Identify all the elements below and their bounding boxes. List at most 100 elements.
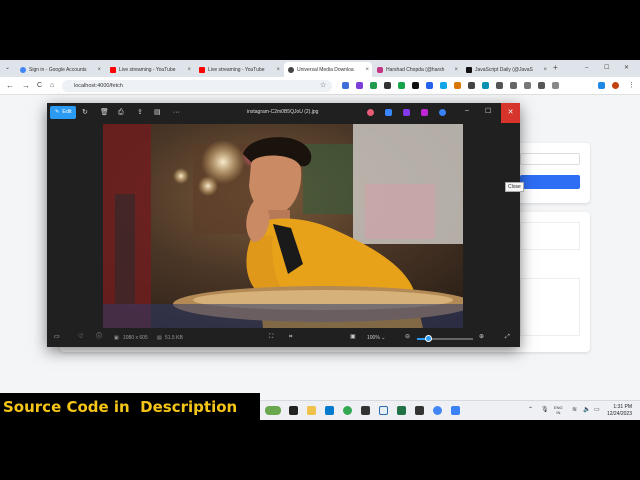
zoom-out-icon[interactable]: ⊖ [405,333,410,342]
print-icon[interactable]: ⎙ [118,108,124,117]
extension-icon[interactable] [356,82,363,89]
close-tab-icon[interactable]: × [543,67,547,73]
address-bar-input[interactable]: localhost:4000/fetch [62,80,332,92]
extension-icon[interactable] [342,82,349,89]
app-icon[interactable] [385,109,392,116]
fit-to-window-icon[interactable]: ▣ [350,333,356,342]
tab-youtube-1[interactable]: Live streaming - YouTube × [106,62,194,77]
maximize-icon[interactable]: ☐ [604,63,609,73]
forward-button[interactable]: → [22,81,30,91]
minimize-icon[interactable]: – [585,63,588,73]
photos-icon[interactable] [379,406,388,415]
chrome-icon[interactable] [343,406,352,415]
close-button[interactable]: ✕ [501,103,520,123]
close-tab-icon[interactable]: × [454,67,458,73]
close-tab-icon[interactable]: × [97,67,101,73]
filmstrip-icon[interactable]: ▭ [54,333,60,342]
zoom-in-icon[interactable]: ⊕ [479,333,484,342]
speaker-icon[interactable]: 🔈 [583,406,590,413]
wifi-icon[interactable]: ≋ [572,406,577,413]
instagram-icon [377,66,383,73]
extension-icon[interactable] [454,82,461,89]
more-options-button[interactable]: ··· [173,108,180,117]
close-tab-icon[interactable]: × [276,67,280,73]
region-code: IN [556,410,561,415]
star-icon[interactable]: ☆ [320,81,326,91]
avatar[interactable] [612,82,619,89]
zoom-slider[interactable] [417,335,473,342]
cloud-icon[interactable] [439,109,446,116]
close-tab-icon[interactable]: × [187,67,191,73]
visual-search-icon[interactable]: ⌗ [289,333,292,342]
start-icon[interactable] [289,406,298,415]
favorite-heart-icon[interactable]: ♡ [78,333,83,342]
extension-icon[interactable] [384,82,391,89]
extension-icon[interactable] [496,82,503,89]
extension-icon[interactable] [426,82,433,89]
home-button[interactable]: ⌂ [50,81,54,91]
app-icon[interactable] [421,109,428,116]
app-icon[interactable] [361,406,370,415]
zoom-level-select[interactable]: 100% ⌄ [367,334,385,343]
file-explorer-icon[interactable] [307,406,316,415]
info-icon[interactable]: ⓘ [96,333,102,342]
zoom-slider-thumb[interactable] [425,335,433,342]
youtube-icon [199,66,205,73]
vscode-icon[interactable] [325,406,334,415]
chrome-profile-icon[interactable] [433,406,442,415]
microphone-icon[interactable]: 🎙 [541,406,549,413]
close-tab-icon[interactable]: × [365,67,369,73]
rotate-icon[interactable]: ↻ [82,108,88,117]
photos-viewer-window: ✎ Edit ↻ 🗑 ⎙ ⇪ ▤ ··· instagram-C2m0B5QJoU… [47,103,520,347]
extension-icon[interactable] [510,82,517,89]
edit-button[interactable]: ✎ Edit [50,106,76,119]
delete-icon[interactable]: 🗑 [100,108,109,117]
reload-button[interactable]: C [37,81,42,91]
extension-icon[interactable] [468,82,475,89]
app-icon[interactable] [403,109,410,116]
fetch-button[interactable] [520,175,580,189]
extension-icon[interactable] [524,82,531,89]
tab-list-icon[interactable]: ⌄ [5,63,10,73]
menu-icon[interactable]: ⋮ [628,81,635,91]
tab-instagram[interactable]: Harshad Chopda (@harsh × [373,62,461,77]
close-window-icon[interactable]: ✕ [624,63,629,73]
app-icon[interactable] [367,109,374,116]
extension-icon[interactable] [370,82,377,89]
file-title: instagram-C2m0B5QJoU (2).jpg [247,109,319,115]
tab-google-accounts[interactable]: Sign in - Google Accounts × [16,62,104,77]
battery-icon[interactable]: ▭ [594,406,600,413]
tab-label: Harshad Chopda (@harsh [386,66,445,73]
share-icon[interactable]: ⇪ [137,108,143,117]
extension-icon[interactable] [440,82,447,89]
tab-x-javascript-daily[interactable]: JavaScript Daily (@JavaS × [462,62,550,77]
tab-youtube-2[interactable]: Live streaming - YouTube × [195,62,283,77]
chevron-down-icon: ⌄ [381,335,386,341]
excel-icon[interactable] [397,406,406,415]
download-icon[interactable] [598,82,605,89]
result-panel [520,222,580,250]
weather-widget-icon[interactable] [265,406,281,415]
extension-icon[interactable] [482,82,489,89]
app-icon[interactable] [451,406,460,415]
viewer-toolbar: ✎ Edit ↻ 🗑 ⎙ ⇪ ▤ ··· instagram-C2m0B5QJoU… [47,103,520,123]
extension-icon[interactable] [412,82,419,89]
back-button[interactable]: ← [6,81,14,91]
terminal-icon[interactable] [415,406,424,415]
minimize-button[interactable]: – [465,107,469,114]
extension-icon[interactable] [538,82,545,89]
full-screen-icon[interactable]: ⤢ [505,333,510,342]
crop-icon[interactable]: ⛶ [269,333,273,342]
system-clock[interactable]: 1:31 PM 12/24/2023 [607,404,632,418]
new-tab-button[interactable]: + [553,63,558,73]
maximize-button[interactable]: ☐ [485,107,491,115]
extension-icon[interactable] [398,82,405,89]
url-text: localhost:4000/fetch [74,83,123,89]
youtube-icon [110,66,116,73]
puzzle-icon[interactable] [552,82,559,89]
language-indicator[interactable]: ENG IN [554,405,563,415]
chevron-up-icon[interactable]: ⌃ [528,406,533,413]
tab-universal-media-downloader[interactable]: Universal Media Downloa × [284,62,372,77]
url-input-field[interactable] [520,153,580,165]
info-panel-icon[interactable]: ▤ [154,108,161,117]
